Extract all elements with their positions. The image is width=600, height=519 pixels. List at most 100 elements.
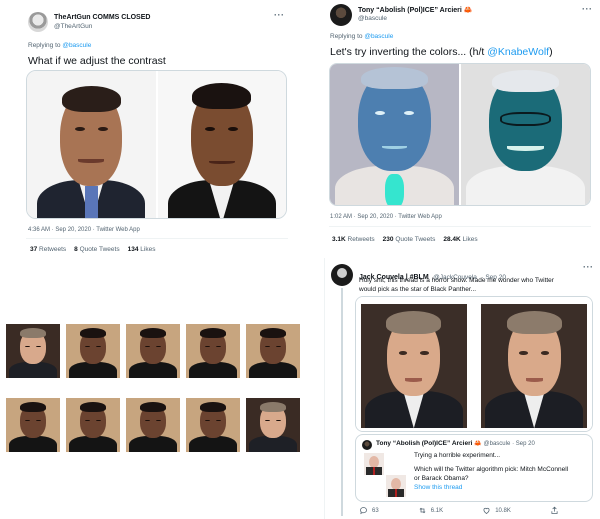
hair-shape (200, 402, 226, 413)
hair-shape (360, 66, 429, 90)
tweet-card-3[interactable]: Jack Couvela | #BLM @JackCouvela · Sep 2… (324, 258, 600, 519)
eye-shape (35, 419, 41, 422)
quote-tweets-stat[interactable]: 8 Quote Tweets (74, 246, 119, 253)
eye-shape (275, 345, 281, 348)
hair-shape (61, 85, 121, 113)
tweet-media[interactable] (26, 70, 287, 219)
tweet-stats: 37 Retweets 8 Quote Tweets 134 Likes (30, 246, 155, 253)
tweet-card-1[interactable]: TheArtGun COMMS CLOSED @TheArtGun ··· Re… (22, 6, 292, 258)
suit-shape (249, 361, 297, 378)
replying-to: Replying to @bascule (28, 42, 92, 49)
avatar-figure (337, 268, 347, 278)
media-photo-right[interactable] (157, 71, 286, 218)
tweet-text: Let's try inverting the colors... (h/t @… (330, 46, 553, 58)
avatar[interactable] (330, 4, 352, 26)
more-icon[interactable]: ··· (274, 10, 285, 20)
tie-shape (84, 185, 98, 218)
suit-shape (129, 435, 177, 452)
likes-stat[interactable]: 134 Likes (128, 246, 156, 253)
grid-thumbnail-boseman[interactable] (126, 398, 180, 452)
eye-shape (275, 419, 281, 422)
likes-stat[interactable]: 28.4K Likes (443, 236, 477, 243)
eye-shape (95, 419, 101, 422)
display-name[interactable]: TheArtGun COMMS CLOSED (54, 14, 150, 21)
hair-shape (20, 402, 46, 413)
eye-shape (403, 110, 414, 115)
portrait (481, 303, 588, 429)
mouth-shape (78, 159, 105, 163)
replying-to-link[interactable]: @bascule (364, 33, 393, 40)
media-photo-left[interactable] (27, 71, 156, 218)
quote-tweets-stat[interactable]: 230 Quote Tweets (383, 236, 436, 243)
display-name[interactable]: Tony “Abolish (Pol)ICE” Arcieri 🦀 (358, 6, 473, 14)
retweet-button[interactable]: 6.1K (418, 506, 443, 515)
quoted-header: Tony “Abolish (Pol)ICE” Arcieri 🦀 @bascu… (376, 440, 535, 447)
eye-shape (420, 351, 429, 355)
retweet-icon (419, 507, 426, 514)
show-thread-link[interactable]: Show this thread (414, 483, 568, 492)
heart-icon (483, 507, 490, 514)
suit-shape (9, 435, 57, 452)
tie-shape (373, 467, 375, 475)
more-icon[interactable]: ··· (582, 4, 593, 14)
grid-thumbnail-boseman[interactable] (186, 398, 240, 452)
hair-shape (192, 82, 252, 110)
grid-thumbnail-boseman[interactable] (186, 324, 240, 378)
grid-thumbnail-boseman[interactable] (66, 398, 120, 452)
reply-icon (360, 507, 367, 515)
crab-icon: 🦀 (463, 7, 473, 14)
tweet-card-2[interactable]: Tony “Abolish (Pol)ICE” Arcieri 🦀 @bascu… (320, 0, 600, 252)
divider (26, 238, 288, 239)
suit-shape (69, 435, 117, 452)
hair-shape (386, 311, 442, 334)
eye-shape (95, 345, 101, 348)
quoted-text: Trying a horrible experiment... Which wi… (414, 452, 569, 492)
tweet-stats: 3.1K Retweets 230 Quote Tweets 28.4K Lik… (332, 236, 478, 243)
reply-button[interactable]: 63 (359, 506, 379, 515)
replying-to-link[interactable]: @bascule (62, 42, 91, 49)
quoted-thumbnail[interactable] (362, 451, 408, 497)
mouth-shape (405, 378, 423, 382)
replying-to: Replying to @bascule (330, 33, 394, 40)
handle[interactable]: @bascule (358, 15, 387, 22)
suit-shape (69, 361, 117, 378)
tie-shape (395, 489, 397, 497)
avatar[interactable] (331, 264, 353, 286)
quoted-tweet[interactable]: Tony “Abolish (Pol)ICE” Arcieri 🦀 @bascu… (355, 434, 593, 502)
tweet-media[interactable] (329, 63, 591, 206)
eye-shape (519, 351, 528, 355)
like-button[interactable]: 10.8K (482, 506, 511, 515)
grid-thumbnail-freeman[interactable] (246, 398, 300, 452)
hair-shape (200, 328, 226, 339)
mention-link[interactable]: @KnabeWolf (487, 46, 549, 58)
media-photo-left[interactable] (330, 64, 459, 205)
media-photo-left[interactable] (356, 297, 474, 431)
grid-thumbnail-freeman[interactable] (6, 324, 60, 378)
quoted-avatar[interactable] (362, 440, 372, 450)
tweet-media[interactable] (355, 296, 593, 432)
media-photo-right[interactable] (461, 64, 590, 205)
handle[interactable]: @TheArtGun (54, 23, 92, 30)
tweet-text: What if we adjust the contrast (28, 55, 166, 67)
tie-shape (385, 173, 404, 205)
more-icon[interactable]: ··· (583, 262, 594, 272)
hair-shape (80, 328, 106, 339)
tweet-timestamp[interactable]: 1:02 AM · Sep 20, 2020 · Twitter Web App (330, 214, 442, 220)
share-icon (551, 506, 558, 514)
tweet-timestamp[interactable]: 4:36 AM · Sep 20, 2020 · Twitter Web App (28, 227, 140, 233)
suit-shape (9, 361, 57, 378)
suit-shape (189, 361, 237, 378)
share-button[interactable] (550, 506, 559, 515)
grid-thumbnail-boseman[interactable] (6, 398, 60, 452)
media-photo-right[interactable] (474, 297, 592, 431)
grid-thumbnail-boseman[interactable] (66, 324, 120, 378)
avatar[interactable] (28, 12, 48, 32)
grid-thumbnail-boseman[interactable] (246, 324, 300, 378)
retweets-stat[interactable]: 3.1K Retweets (332, 236, 375, 243)
portrait (360, 303, 467, 429)
grid-thumbnail-boseman[interactable] (126, 324, 180, 378)
divider (329, 226, 591, 227)
retweets-stat[interactable]: 37 Retweets (30, 246, 66, 253)
eye-shape (215, 345, 221, 348)
suit-shape (249, 435, 297, 452)
